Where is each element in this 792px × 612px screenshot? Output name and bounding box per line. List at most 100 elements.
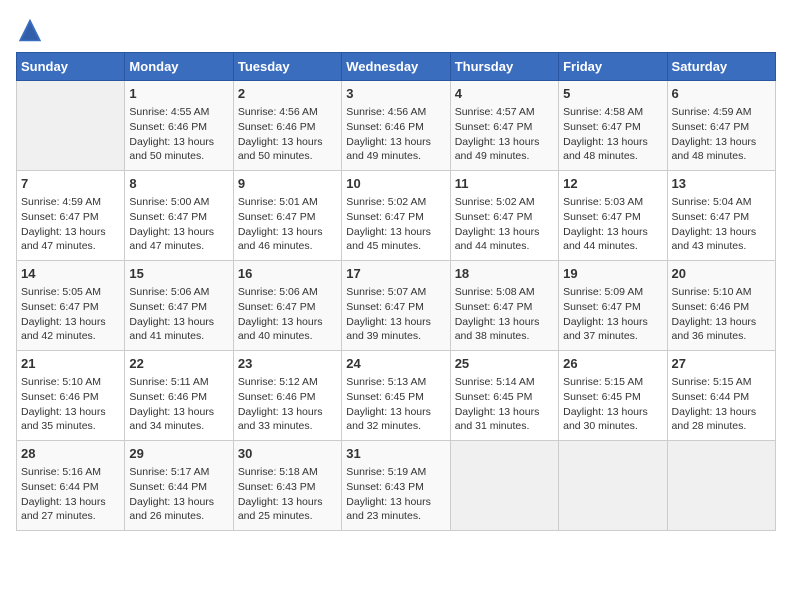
day-info: Sunrise: 5:07 AM Sunset: 6:47 PM Dayligh…: [346, 285, 445, 344]
day-info: Sunrise: 5:08 AM Sunset: 6:47 PM Dayligh…: [455, 285, 554, 344]
day-number: 31: [346, 445, 445, 463]
week-row-2: 7Sunrise: 4:59 AM Sunset: 6:47 PM Daylig…: [17, 171, 776, 261]
day-number: 18: [455, 265, 554, 283]
day-info: Sunrise: 5:05 AM Sunset: 6:47 PM Dayligh…: [21, 285, 120, 344]
week-row-3: 14 Sunrise: 5:05 AM Sunset: 6:47 PM Dayli…: [17, 261, 776, 351]
calendar-cell: [667, 441, 775, 531]
day-number: 10: [346, 175, 445, 193]
day-number: 24: [346, 355, 445, 373]
day-number: 23: [238, 355, 337, 373]
day-number: 17: [346, 265, 445, 283]
header-sunday: Sunday: [17, 53, 125, 81]
day-info: Sunrise: 5:06 AM Sunset: 6:47 PM Dayligh…: [129, 285, 228, 344]
day-info: Sunrise: 5:11 AM Sunset: 6:46 PM Dayligh…: [129, 375, 228, 434]
day-info: Sunrise: 5:13 AM Sunset: 6:45 PM Dayligh…: [346, 375, 445, 434]
day-info: Sunrise: 5:15 AM Sunset: 6:45 PM Dayligh…: [563, 375, 662, 434]
day-number: 21: [21, 355, 120, 373]
calendar-cell: 24 Sunrise: 5:13 AM Sunset: 6:45 PM Dayli…: [342, 351, 450, 441]
calendar-cell: 13Sunrise: 5:04 AM Sunset: 6:47 PM Dayli…: [667, 171, 775, 261]
day-number: 1: [129, 85, 228, 103]
header-monday: Monday: [125, 53, 233, 81]
day-number: 11: [455, 175, 554, 193]
week-row-5: 28Sunrise: 5:16 AM Sunset: 6:44 PM Dayli…: [17, 441, 776, 531]
day-number: 28: [21, 445, 120, 463]
calendar-cell: [559, 441, 667, 531]
day-number: 12: [563, 175, 662, 193]
day-info: Sunrise: 5:00 AM Sunset: 6:47 PM Dayligh…: [129, 195, 228, 254]
calendar-cell: 12 Sunrise: 5:03 AM Sunset: 6:47 PM Dayli…: [559, 171, 667, 261]
day-info: Sunrise: 5:19 AM Sunset: 6:43 PM Dayligh…: [346, 465, 445, 524]
calendar-cell: 18 Sunrise: 5:08 AM Sunset: 6:47 PM Dayli…: [450, 261, 558, 351]
day-info: Sunrise: 5:06 AM Sunset: 6:47 PM Dayligh…: [238, 285, 337, 344]
logo: [16, 16, 48, 44]
calendar-cell: 9 Sunrise: 5:01 AM Sunset: 6:47 PM Daylig…: [233, 171, 341, 261]
header-friday: Friday: [559, 53, 667, 81]
day-info: Sunrise: 5:02 AM Sunset: 6:47 PM Dayligh…: [455, 195, 554, 254]
page-header: [16, 16, 776, 44]
calendar-cell: 8 Sunrise: 5:00 AM Sunset: 6:47 PM Daylig…: [125, 171, 233, 261]
calendar-cell: 25 Sunrise: 5:14 AM Sunset: 6:45 PM Dayli…: [450, 351, 558, 441]
day-number: 26: [563, 355, 662, 373]
calendar-cell: 23 Sunrise: 5:12 AM Sunset: 6:46 PM Dayli…: [233, 351, 341, 441]
week-row-4: 21 Sunrise: 5:10 AM Sunset: 6:46 PM Dayli…: [17, 351, 776, 441]
calendar-table: SundayMondayTuesdayWednesdayThursdayFrid…: [16, 52, 776, 531]
calendar-cell: 19 Sunrise: 5:09 AM Sunset: 6:47 PM Dayli…: [559, 261, 667, 351]
calendar-cell: 21 Sunrise: 5:10 AM Sunset: 6:46 PM Dayli…: [17, 351, 125, 441]
calendar-header-row: SundayMondayTuesdayWednesdayThursdayFrid…: [17, 53, 776, 81]
day-number: 22: [129, 355, 228, 373]
day-number: 13: [672, 175, 771, 193]
day-info: Sunrise: 5:15 AM Sunset: 6:44 PM Dayligh…: [672, 375, 771, 434]
day-number: 30: [238, 445, 337, 463]
day-info: Sunrise: 5:09 AM Sunset: 6:47 PM Dayligh…: [563, 285, 662, 344]
day-number: 14: [21, 265, 120, 283]
calendar-cell: [17, 81, 125, 171]
day-number: 16: [238, 265, 337, 283]
day-number: 15: [129, 265, 228, 283]
calendar-cell: 28Sunrise: 5:16 AM Sunset: 6:44 PM Dayli…: [17, 441, 125, 531]
day-info: Sunrise: 5:01 AM Sunset: 6:47 PM Dayligh…: [238, 195, 337, 254]
calendar-cell: 15 Sunrise: 5:06 AM Sunset: 6:47 PM Dayli…: [125, 261, 233, 351]
day-number: 20: [672, 265, 771, 283]
calendar-cell: 7Sunrise: 4:59 AM Sunset: 6:47 PM Daylig…: [17, 171, 125, 261]
calendar-cell: 11 Sunrise: 5:02 AM Sunset: 6:47 PM Dayli…: [450, 171, 558, 261]
day-number: 5: [563, 85, 662, 103]
header-tuesday: Tuesday: [233, 53, 341, 81]
day-info: Sunrise: 4:56 AM Sunset: 6:46 PM Dayligh…: [238, 105, 337, 164]
calendar-cell: 1 Sunrise: 4:55 AM Sunset: 6:46 PM Daylig…: [125, 81, 233, 171]
calendar-cell: 29 Sunrise: 5:17 AM Sunset: 6:44 PM Dayli…: [125, 441, 233, 531]
day-info: Sunrise: 4:55 AM Sunset: 6:46 PM Dayligh…: [129, 105, 228, 164]
day-info: Sunrise: 4:58 AM Sunset: 6:47 PM Dayligh…: [563, 105, 662, 164]
day-info: Sunrise: 5:12 AM Sunset: 6:46 PM Dayligh…: [238, 375, 337, 434]
day-number: 19: [563, 265, 662, 283]
calendar-cell: 17 Sunrise: 5:07 AM Sunset: 6:47 PM Dayli…: [342, 261, 450, 351]
calendar-cell: 26 Sunrise: 5:15 AM Sunset: 6:45 PM Dayli…: [559, 351, 667, 441]
calendar-cell: [450, 441, 558, 531]
calendar-cell: 10Sunrise: 5:02 AM Sunset: 6:47 PM Dayli…: [342, 171, 450, 261]
day-info: Sunrise: 5:10 AM Sunset: 6:46 PM Dayligh…: [21, 375, 120, 434]
calendar-cell: 16 Sunrise: 5:06 AM Sunset: 6:47 PM Dayli…: [233, 261, 341, 351]
calendar-cell: 30 Sunrise: 5:18 AM Sunset: 6:43 PM Dayli…: [233, 441, 341, 531]
day-number: 2: [238, 85, 337, 103]
calendar-cell: 2 Sunrise: 4:56 AM Sunset: 6:46 PM Daylig…: [233, 81, 341, 171]
header-saturday: Saturday: [667, 53, 775, 81]
day-number: 8: [129, 175, 228, 193]
day-info: Sunrise: 5:03 AM Sunset: 6:47 PM Dayligh…: [563, 195, 662, 254]
calendar-cell: 6 Sunrise: 4:59 AM Sunset: 6:47 PM Daylig…: [667, 81, 775, 171]
day-number: 7: [21, 175, 120, 193]
day-info: Sunrise: 4:57 AM Sunset: 6:47 PM Dayligh…: [455, 105, 554, 164]
calendar-cell: 4Sunrise: 4:57 AM Sunset: 6:47 PM Daylig…: [450, 81, 558, 171]
calendar-cell: 31 Sunrise: 5:19 AM Sunset: 6:43 PM Dayli…: [342, 441, 450, 531]
header-thursday: Thursday: [450, 53, 558, 81]
day-info: Sunrise: 4:59 AM Sunset: 6:47 PM Dayligh…: [672, 105, 771, 164]
day-info: Sunrise: 5:10 AM Sunset: 6:46 PM Dayligh…: [672, 285, 771, 344]
logo-icon: [16, 16, 44, 44]
day-number: 6: [672, 85, 771, 103]
calendar-cell: 5 Sunrise: 4:58 AM Sunset: 6:47 PM Daylig…: [559, 81, 667, 171]
day-info: Sunrise: 5:18 AM Sunset: 6:43 PM Dayligh…: [238, 465, 337, 524]
day-info: Sunrise: 5:17 AM Sunset: 6:44 PM Dayligh…: [129, 465, 228, 524]
day-number: 25: [455, 355, 554, 373]
day-number: 29: [129, 445, 228, 463]
day-number: 9: [238, 175, 337, 193]
calendar-cell: 20 Sunrise: 5:10 AM Sunset: 6:46 PM Dayli…: [667, 261, 775, 351]
day-info: Sunrise: 5:14 AM Sunset: 6:45 PM Dayligh…: [455, 375, 554, 434]
